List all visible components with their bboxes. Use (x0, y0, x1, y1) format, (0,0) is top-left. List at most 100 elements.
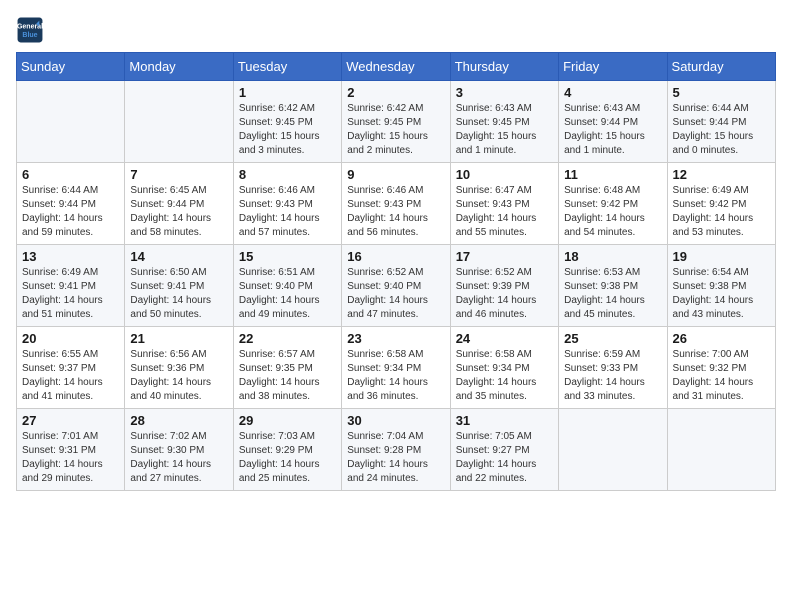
day-number: 12 (673, 167, 770, 182)
calendar-table: SundayMondayTuesdayWednesdayThursdayFrid… (16, 52, 776, 491)
day-number: 5 (673, 85, 770, 100)
calendar-cell: 26Sunrise: 7:00 AMSunset: 9:32 PMDayligh… (667, 327, 775, 409)
day-number: 15 (239, 249, 336, 264)
day-number: 1 (239, 85, 336, 100)
svg-text:Blue: Blue (22, 32, 37, 39)
calendar-cell: 5 Sunrise: 6:44 AMSunset: 9:44 PMDaylight… (667, 81, 775, 163)
calendar-cell: 22Sunrise: 6:57 AMSunset: 9:35 PMDayligh… (233, 327, 341, 409)
day-detail: Sunrise: 6:50 AMSunset: 9:41 PMDaylight:… (130, 266, 227, 322)
calendar-week-row: 20 Sunrise: 6:55 AMSunset: 9:37 PMDayligh… (17, 327, 776, 409)
day-number: 11 (564, 167, 661, 182)
calendar-cell: 23Sunrise: 6:58 AMSunset: 9:34 PMDayligh… (342, 327, 450, 409)
calendar-cell: 8 Sunrise: 6:46 AMSunset: 9:43 PMDaylight… (233, 163, 341, 245)
weekday-header-sunday: Sunday (17, 53, 125, 81)
calendar-cell: 19Sunrise: 6:54 AMSunset: 9:38 PMDayligh… (667, 245, 775, 327)
day-number: 24 (456, 331, 553, 346)
calendar-cell (559, 409, 667, 491)
calendar-cell: 14 Sunrise: 6:50 AMSunset: 9:41 PMDayligh… (125, 245, 233, 327)
day-detail: Sunrise: 7:04 AMSunset: 9:28 PMDaylight:… (347, 430, 444, 486)
calendar-cell (125, 81, 233, 163)
page-header: General Blue (16, 16, 776, 44)
calendar-cell: 29 Sunrise: 7:03 AMSunset: 9:29 PMDayligh… (233, 409, 341, 491)
day-detail: Sunrise: 6:56 AMSunset: 9:36 PMDaylight:… (130, 348, 227, 404)
day-number: 10 (456, 167, 553, 182)
day-detail: Sunrise: 6:54 AMSunset: 9:38 PMDaylight:… (673, 266, 770, 322)
day-detail: Sunrise: 6:48 AMSunset: 9:42 PMDaylight:… (564, 184, 661, 240)
calendar-cell: 21 Sunrise: 6:56 AMSunset: 9:36 PMDayligh… (125, 327, 233, 409)
calendar-cell: 7 Sunrise: 6:45 AMSunset: 9:44 PMDaylight… (125, 163, 233, 245)
day-detail: Sunrise: 7:01 AMSunset: 9:31 PMDaylight:… (22, 430, 119, 486)
logo: General Blue (16, 16, 48, 44)
day-number: 6 (22, 167, 119, 182)
calendar-cell: 1 Sunrise: 6:42 AMSunset: 9:45 PMDaylight… (233, 81, 341, 163)
calendar-cell: 30 Sunrise: 7:04 AMSunset: 9:28 PMDayligh… (342, 409, 450, 491)
calendar-header-row: SundayMondayTuesdayWednesdayThursdayFrid… (17, 53, 776, 81)
day-number: 27 (22, 413, 119, 428)
calendar-cell: 13 Sunrise: 6:49 AMSunset: 9:41 PMDayligh… (17, 245, 125, 327)
weekday-header-saturday: Saturday (667, 53, 775, 81)
day-number: 29 (239, 413, 336, 428)
day-number: 9 (347, 167, 444, 182)
calendar-cell: 9 Sunrise: 6:46 AMSunset: 9:43 PMDaylight… (342, 163, 450, 245)
day-detail: Sunrise: 6:42 AMSunset: 9:45 PMDaylight:… (347, 102, 444, 158)
calendar-week-row: 6 Sunrise: 6:44 AMSunset: 9:44 PMDaylight… (17, 163, 776, 245)
calendar-cell (17, 81, 125, 163)
day-number: 3 (456, 85, 553, 100)
day-number: 8 (239, 167, 336, 182)
day-detail: Sunrise: 6:46 AMSunset: 9:43 PMDaylight:… (347, 184, 444, 240)
calendar-cell: 27 Sunrise: 7:01 AMSunset: 9:31 PMDayligh… (17, 409, 125, 491)
day-number: 31 (456, 413, 553, 428)
day-number: 23 (347, 331, 444, 346)
day-detail: Sunrise: 6:45 AMSunset: 9:44 PMDaylight:… (130, 184, 227, 240)
calendar-cell: 4 Sunrise: 6:43 AMSunset: 9:44 PMDaylight… (559, 81, 667, 163)
calendar-cell: 25 Sunrise: 6:59 AMSunset: 9:33 PMDayligh… (559, 327, 667, 409)
calendar-cell: 18 Sunrise: 6:53 AMSunset: 9:38 PMDayligh… (559, 245, 667, 327)
day-detail: Sunrise: 6:42 AMSunset: 9:45 PMDaylight:… (239, 102, 336, 158)
calendar-cell: 24 Sunrise: 6:58 AMSunset: 9:34 PMDayligh… (450, 327, 558, 409)
day-number: 20 (22, 331, 119, 346)
day-number: 4 (564, 85, 661, 100)
day-detail: Sunrise: 6:58 AMSunset: 9:34 PMDaylight:… (456, 348, 553, 404)
weekday-header-friday: Friday (559, 53, 667, 81)
day-detail: Sunrise: 6:44 AMSunset: 9:44 PMDaylight:… (673, 102, 770, 158)
day-number: 21 (130, 331, 227, 346)
day-detail: Sunrise: 6:49 AMSunset: 9:42 PMDaylight:… (673, 184, 770, 240)
calendar-week-row: 27 Sunrise: 7:01 AMSunset: 9:31 PMDayligh… (17, 409, 776, 491)
day-number: 7 (130, 167, 227, 182)
day-number: 25 (564, 331, 661, 346)
day-number: 18 (564, 249, 661, 264)
logo-icon: General Blue (16, 16, 44, 44)
day-detail: Sunrise: 6:49 AMSunset: 9:41 PMDaylight:… (22, 266, 119, 322)
day-detail: Sunrise: 6:59 AMSunset: 9:33 PMDaylight:… (564, 348, 661, 404)
day-number: 13 (22, 249, 119, 264)
calendar-cell: 31Sunrise: 7:05 AMSunset: 9:27 PMDayligh… (450, 409, 558, 491)
calendar-cell: 2 Sunrise: 6:42 AMSunset: 9:45 PMDaylight… (342, 81, 450, 163)
calendar-week-row: 13 Sunrise: 6:49 AMSunset: 9:41 PMDayligh… (17, 245, 776, 327)
day-detail: Sunrise: 6:52 AMSunset: 9:39 PMDaylight:… (456, 266, 553, 322)
calendar-cell (667, 409, 775, 491)
day-number: 30 (347, 413, 444, 428)
day-detail: Sunrise: 6:51 AMSunset: 9:40 PMDaylight:… (239, 266, 336, 322)
day-number: 26 (673, 331, 770, 346)
day-detail: Sunrise: 6:43 AMSunset: 9:45 PMDaylight:… (456, 102, 553, 158)
day-detail: Sunrise: 7:03 AMSunset: 9:29 PMDaylight:… (239, 430, 336, 486)
calendar-cell: 20 Sunrise: 6:55 AMSunset: 9:37 PMDayligh… (17, 327, 125, 409)
day-detail: Sunrise: 6:46 AMSunset: 9:43 PMDaylight:… (239, 184, 336, 240)
day-number: 2 (347, 85, 444, 100)
day-detail: Sunrise: 6:55 AMSunset: 9:37 PMDaylight:… (22, 348, 119, 404)
weekday-header-wednesday: Wednesday (342, 53, 450, 81)
day-number: 16 (347, 249, 444, 264)
day-detail: Sunrise: 6:47 AMSunset: 9:43 PMDaylight:… (456, 184, 553, 240)
day-detail: Sunrise: 6:57 AMSunset: 9:35 PMDaylight:… (239, 348, 336, 404)
day-detail: Sunrise: 6:44 AMSunset: 9:44 PMDaylight:… (22, 184, 119, 240)
calendar-cell: 17Sunrise: 6:52 AMSunset: 9:39 PMDayligh… (450, 245, 558, 327)
calendar-cell: 6 Sunrise: 6:44 AMSunset: 9:44 PMDaylight… (17, 163, 125, 245)
day-number: 28 (130, 413, 227, 428)
calendar-cell: 16Sunrise: 6:52 AMSunset: 9:40 PMDayligh… (342, 245, 450, 327)
weekday-header-thursday: Thursday (450, 53, 558, 81)
day-detail: Sunrise: 6:43 AMSunset: 9:44 PMDaylight:… (564, 102, 661, 158)
calendar-cell: 28Sunrise: 7:02 AMSunset: 9:30 PMDayligh… (125, 409, 233, 491)
day-detail: Sunrise: 6:53 AMSunset: 9:38 PMDaylight:… (564, 266, 661, 322)
calendar-week-row: 1 Sunrise: 6:42 AMSunset: 9:45 PMDaylight… (17, 81, 776, 163)
day-number: 14 (130, 249, 227, 264)
